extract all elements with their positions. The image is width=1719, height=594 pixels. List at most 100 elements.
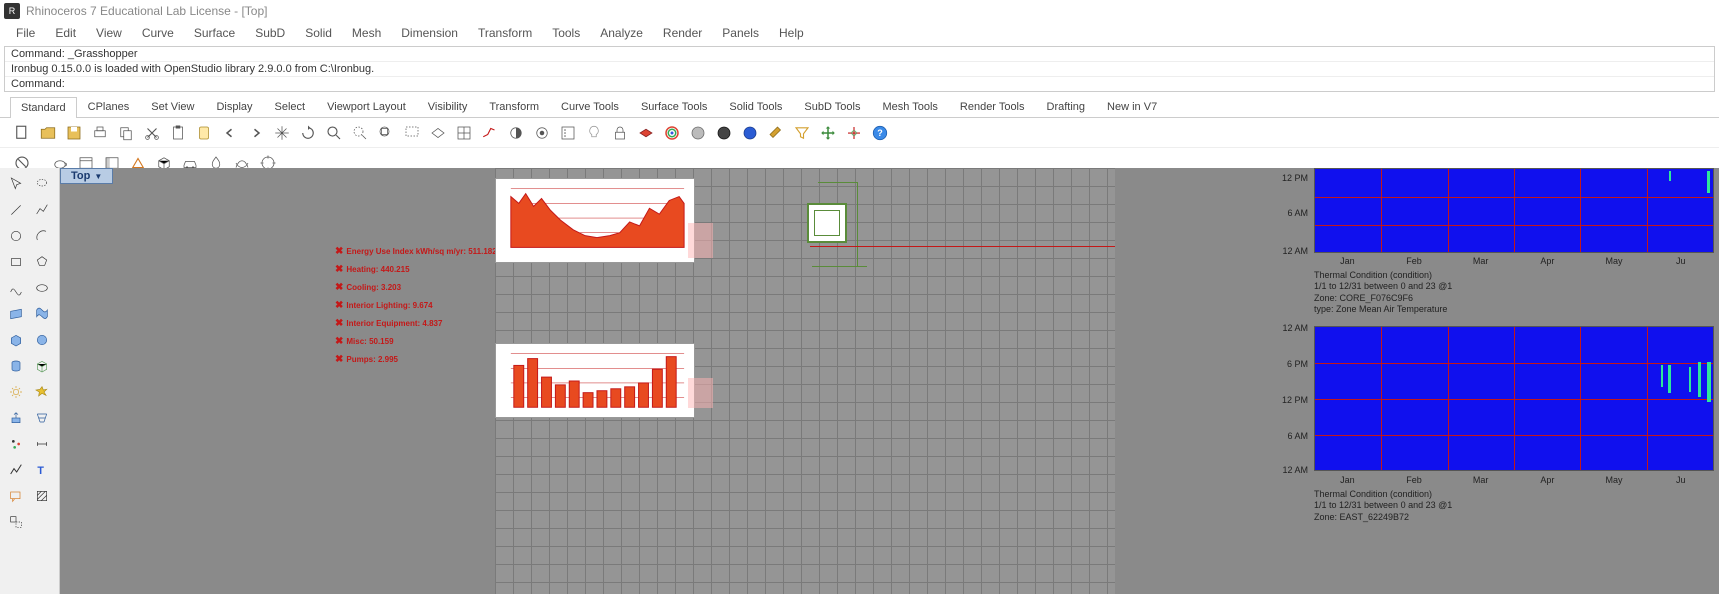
command-input[interactable]: Command: bbox=[5, 77, 1714, 91]
solid-box-icon[interactable] bbox=[4, 328, 28, 352]
viewport-top[interactable]: Top ▼ ✖Energy Use Index kWh/sq m/yr: 511… bbox=[60, 168, 1719, 594]
menu-analyze[interactable]: Analyze bbox=[592, 24, 651, 42]
cylinder-icon[interactable] bbox=[4, 354, 28, 378]
tab-meshtools[interactable]: Mesh Tools bbox=[871, 96, 948, 117]
surface-icon[interactable] bbox=[4, 302, 28, 326]
menu-subd[interactable]: SubD bbox=[247, 24, 293, 42]
layer-rainbow-icon[interactable] bbox=[660, 121, 684, 145]
solid-sphere-icon[interactable] bbox=[30, 328, 54, 352]
tab-viewportlayout[interactable]: Viewport Layout bbox=[316, 96, 417, 117]
tab-standard[interactable]: Standard bbox=[10, 97, 77, 118]
menu-tools[interactable]: Tools bbox=[544, 24, 588, 42]
app-logo-icon: R bbox=[4, 3, 20, 19]
analyze-icon[interactable] bbox=[4, 458, 28, 482]
zoom-extents-icon[interactable] bbox=[348, 121, 372, 145]
tab-select[interactable]: Select bbox=[264, 96, 317, 117]
tab-setview[interactable]: Set View bbox=[140, 96, 205, 117]
menu-file[interactable]: File bbox=[8, 24, 43, 42]
tab-newinv7[interactable]: New in V7 bbox=[1096, 96, 1168, 117]
annotation-icon[interactable] bbox=[4, 484, 28, 508]
paste-icon[interactable] bbox=[166, 121, 190, 145]
transform-icon[interactable] bbox=[4, 510, 28, 534]
hatch-icon[interactable] bbox=[30, 484, 54, 508]
viewport-title-tab[interactable]: Top ▼ bbox=[60, 168, 113, 184]
tab-display[interactable]: Display bbox=[205, 96, 263, 117]
menu-curve[interactable]: Curve bbox=[134, 24, 182, 42]
cplane-icon[interactable] bbox=[452, 121, 476, 145]
print-icon[interactable] bbox=[88, 121, 112, 145]
sphere-grey-icon[interactable] bbox=[686, 121, 710, 145]
extrude-icon[interactable] bbox=[4, 406, 28, 430]
loft-icon[interactable] bbox=[30, 406, 54, 430]
gear-icon[interactable] bbox=[4, 380, 28, 404]
menu-render[interactable]: Render bbox=[655, 24, 710, 42]
thermal-heatmap-east bbox=[1314, 326, 1714, 471]
tab-rendertools[interactable]: Render Tools bbox=[949, 96, 1036, 117]
polygon-icon[interactable] bbox=[30, 250, 54, 274]
menu-mesh[interactable]: Mesh bbox=[344, 24, 389, 42]
save-icon[interactable] bbox=[62, 121, 86, 145]
cut-icon[interactable] bbox=[140, 121, 164, 145]
render-icon[interactable] bbox=[530, 121, 554, 145]
gumball-icon[interactable] bbox=[842, 121, 866, 145]
x-tick: Mar bbox=[1447, 475, 1514, 485]
zoom-icon[interactable] bbox=[322, 121, 346, 145]
selection-filter-icon[interactable] bbox=[790, 121, 814, 145]
menu-edit[interactable]: Edit bbox=[47, 24, 84, 42]
zoom-selected-icon[interactable] bbox=[374, 121, 398, 145]
lock-icon[interactable] bbox=[608, 121, 632, 145]
hammer-icon[interactable] bbox=[764, 121, 788, 145]
lasso-icon[interactable] bbox=[30, 172, 54, 196]
point-icon[interactable] bbox=[4, 432, 28, 456]
tab-cplanes[interactable]: CPlanes bbox=[77, 96, 141, 117]
rotate-icon[interactable] bbox=[296, 121, 320, 145]
menu-view[interactable]: View bbox=[88, 24, 130, 42]
menu-help[interactable]: Help bbox=[771, 24, 812, 42]
menu-solid[interactable]: Solid bbox=[297, 24, 340, 42]
tab-visibility[interactable]: Visibility bbox=[417, 96, 479, 117]
menu-surface[interactable]: Surface bbox=[186, 24, 243, 42]
light-icon[interactable] bbox=[582, 121, 606, 145]
tab-curvetools[interactable]: Curve Tools bbox=[550, 96, 630, 117]
menu-transform[interactable]: Transform bbox=[470, 24, 540, 42]
menu-dimension[interactable]: Dimension bbox=[393, 24, 466, 42]
tab-surfacetools[interactable]: Surface Tools bbox=[630, 96, 718, 117]
tab-drafting[interactable]: Drafting bbox=[1036, 96, 1097, 117]
layer-red-icon[interactable] bbox=[634, 121, 658, 145]
surface2-icon[interactable] bbox=[30, 302, 54, 326]
chevron-down-icon[interactable]: ▼ bbox=[94, 172, 102, 181]
move-icon[interactable] bbox=[816, 121, 840, 145]
dimension-icon[interactable] bbox=[30, 432, 54, 456]
line-icon[interactable] bbox=[4, 198, 28, 222]
new-icon[interactable] bbox=[10, 121, 34, 145]
rectangle-icon[interactable] bbox=[4, 250, 28, 274]
tab-solidtools[interactable]: Solid Tools bbox=[718, 96, 793, 117]
redo-icon[interactable] bbox=[244, 121, 268, 145]
text-icon[interactable]: T bbox=[30, 458, 54, 482]
zoom-window-icon[interactable] bbox=[400, 121, 424, 145]
circle-icon[interactable] bbox=[4, 224, 28, 248]
polyline-icon[interactable] bbox=[30, 198, 54, 222]
options-icon[interactable] bbox=[556, 121, 580, 145]
explode-icon[interactable] bbox=[30, 380, 54, 404]
ellipse-icon[interactable] bbox=[30, 276, 54, 300]
sphere-blue-icon[interactable] bbox=[738, 121, 762, 145]
open-icon[interactable] bbox=[36, 121, 60, 145]
tab-transform[interactable]: Transform bbox=[478, 96, 550, 117]
x-tick: Ju bbox=[1647, 475, 1714, 485]
menu-panels[interactable]: Panels bbox=[714, 24, 767, 42]
copy-icon[interactable] bbox=[114, 121, 138, 145]
help-icon[interactable]: ? bbox=[868, 121, 892, 145]
mesh-icon[interactable] bbox=[30, 354, 54, 378]
undo-icon[interactable] bbox=[218, 121, 242, 145]
arc-icon[interactable] bbox=[30, 224, 54, 248]
curve-icon[interactable] bbox=[4, 276, 28, 300]
pointer-icon[interactable] bbox=[4, 172, 28, 196]
shade-icon[interactable] bbox=[504, 121, 528, 145]
sphere-dark-icon[interactable] bbox=[712, 121, 736, 145]
pan-icon[interactable] bbox=[270, 121, 294, 145]
clipboard-icon[interactable] bbox=[192, 121, 216, 145]
tab-subdtools[interactable]: SubD Tools bbox=[793, 96, 871, 117]
set-view-icon[interactable] bbox=[478, 121, 502, 145]
named-view-icon[interactable] bbox=[426, 121, 450, 145]
